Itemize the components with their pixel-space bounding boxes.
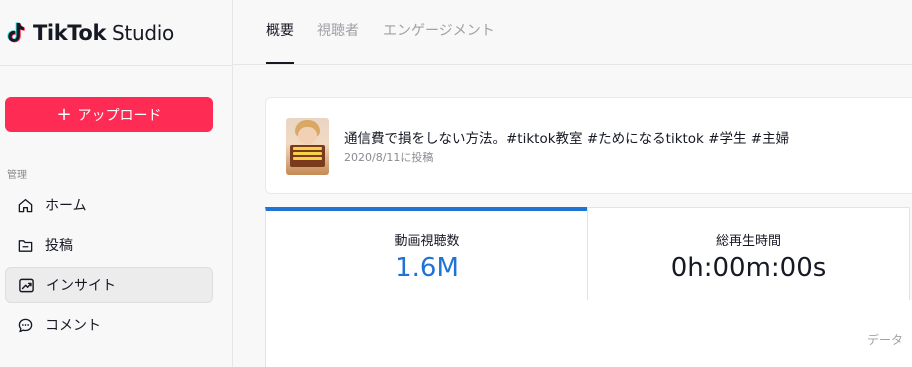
metric-video-views[interactable]: 動画視聴数 1.6M [265, 207, 588, 301]
active-tab-indicator [266, 62, 294, 64]
brand-name: TikTok [33, 21, 107, 45]
sidebar-item-label: ホーム [45, 198, 87, 214]
video-summary-card: 通信費で損をしない方法。#tiktok教室 #ためになるtiktok #学生 #… [265, 97, 912, 194]
sidebar-item-label: 投稿 [45, 238, 73, 254]
tab-engagement[interactable]: エンゲージメント [383, 20, 495, 40]
insights-icon [19, 278, 34, 292]
brand-product: Studio [112, 21, 174, 45]
sidebar-item-home[interactable]: ホーム [5, 187, 213, 223]
sidebar-divider [0, 65, 233, 66]
chart-panel [265, 300, 912, 367]
sidebar-item-comments[interactable]: コメント [5, 307, 213, 343]
tab-audience[interactable]: 視聴者 [317, 20, 359, 40]
sidebar-item-posts[interactable]: 投稿 [5, 227, 213, 263]
data-note: データ [867, 333, 904, 347]
tab-overview[interactable]: 概要 [266, 20, 294, 40]
tiktok-studio-logo[interactable]: TikTok Studio [6, 18, 174, 48]
comment-icon [18, 318, 33, 332]
insights-tabs: 概要 視聴者 エンゲージメント [233, 0, 912, 65]
tiktok-logo-icon [7, 22, 25, 43]
metric-value: 0h:00m:00s [670, 253, 827, 283]
thumbnail-face [298, 127, 317, 144]
metric-label: 動画視聴数 [394, 234, 460, 249]
upload-button[interactable]: + アップロード [5, 97, 213, 132]
video-posted-date: 2020/8/11に投稿 [344, 151, 434, 164]
metric-label: 総再生時間 [715, 234, 781, 249]
video-thumbnail[interactable] [286, 118, 329, 175]
tiktok-studio-app: TikTok Studio + アップロード 管理 ホーム 投稿 インサイト コ… [0, 0, 912, 367]
section-label-manage: 管理 [7, 170, 27, 181]
sidebar: TikTok Studio + アップロード 管理 ホーム 投稿 インサイト コ… [0, 0, 233, 367]
sidebar-item-insights[interactable]: インサイト [5, 267, 213, 303]
video-title: 通信費で損をしない方法。#tiktok教室 #ためになるtiktok #学生 #… [344, 131, 790, 147]
home-icon [18, 198, 33, 212]
thumbnail-caption-block [290, 145, 325, 167]
metric-value: 1.6M [395, 253, 459, 283]
upload-button-label: アップロード [77, 107, 162, 124]
plus-icon: + [56, 103, 72, 125]
metric-total-play-time[interactable]: 総再生時間 0h:00m:00s [587, 207, 910, 301]
sidebar-nav: ホーム 投稿 インサイト コメント [5, 187, 213, 347]
folder-icon [18, 239, 33, 252]
sidebar-item-label: インサイト [46, 278, 116, 294]
sidebar-item-label: コメント [45, 318, 101, 334]
